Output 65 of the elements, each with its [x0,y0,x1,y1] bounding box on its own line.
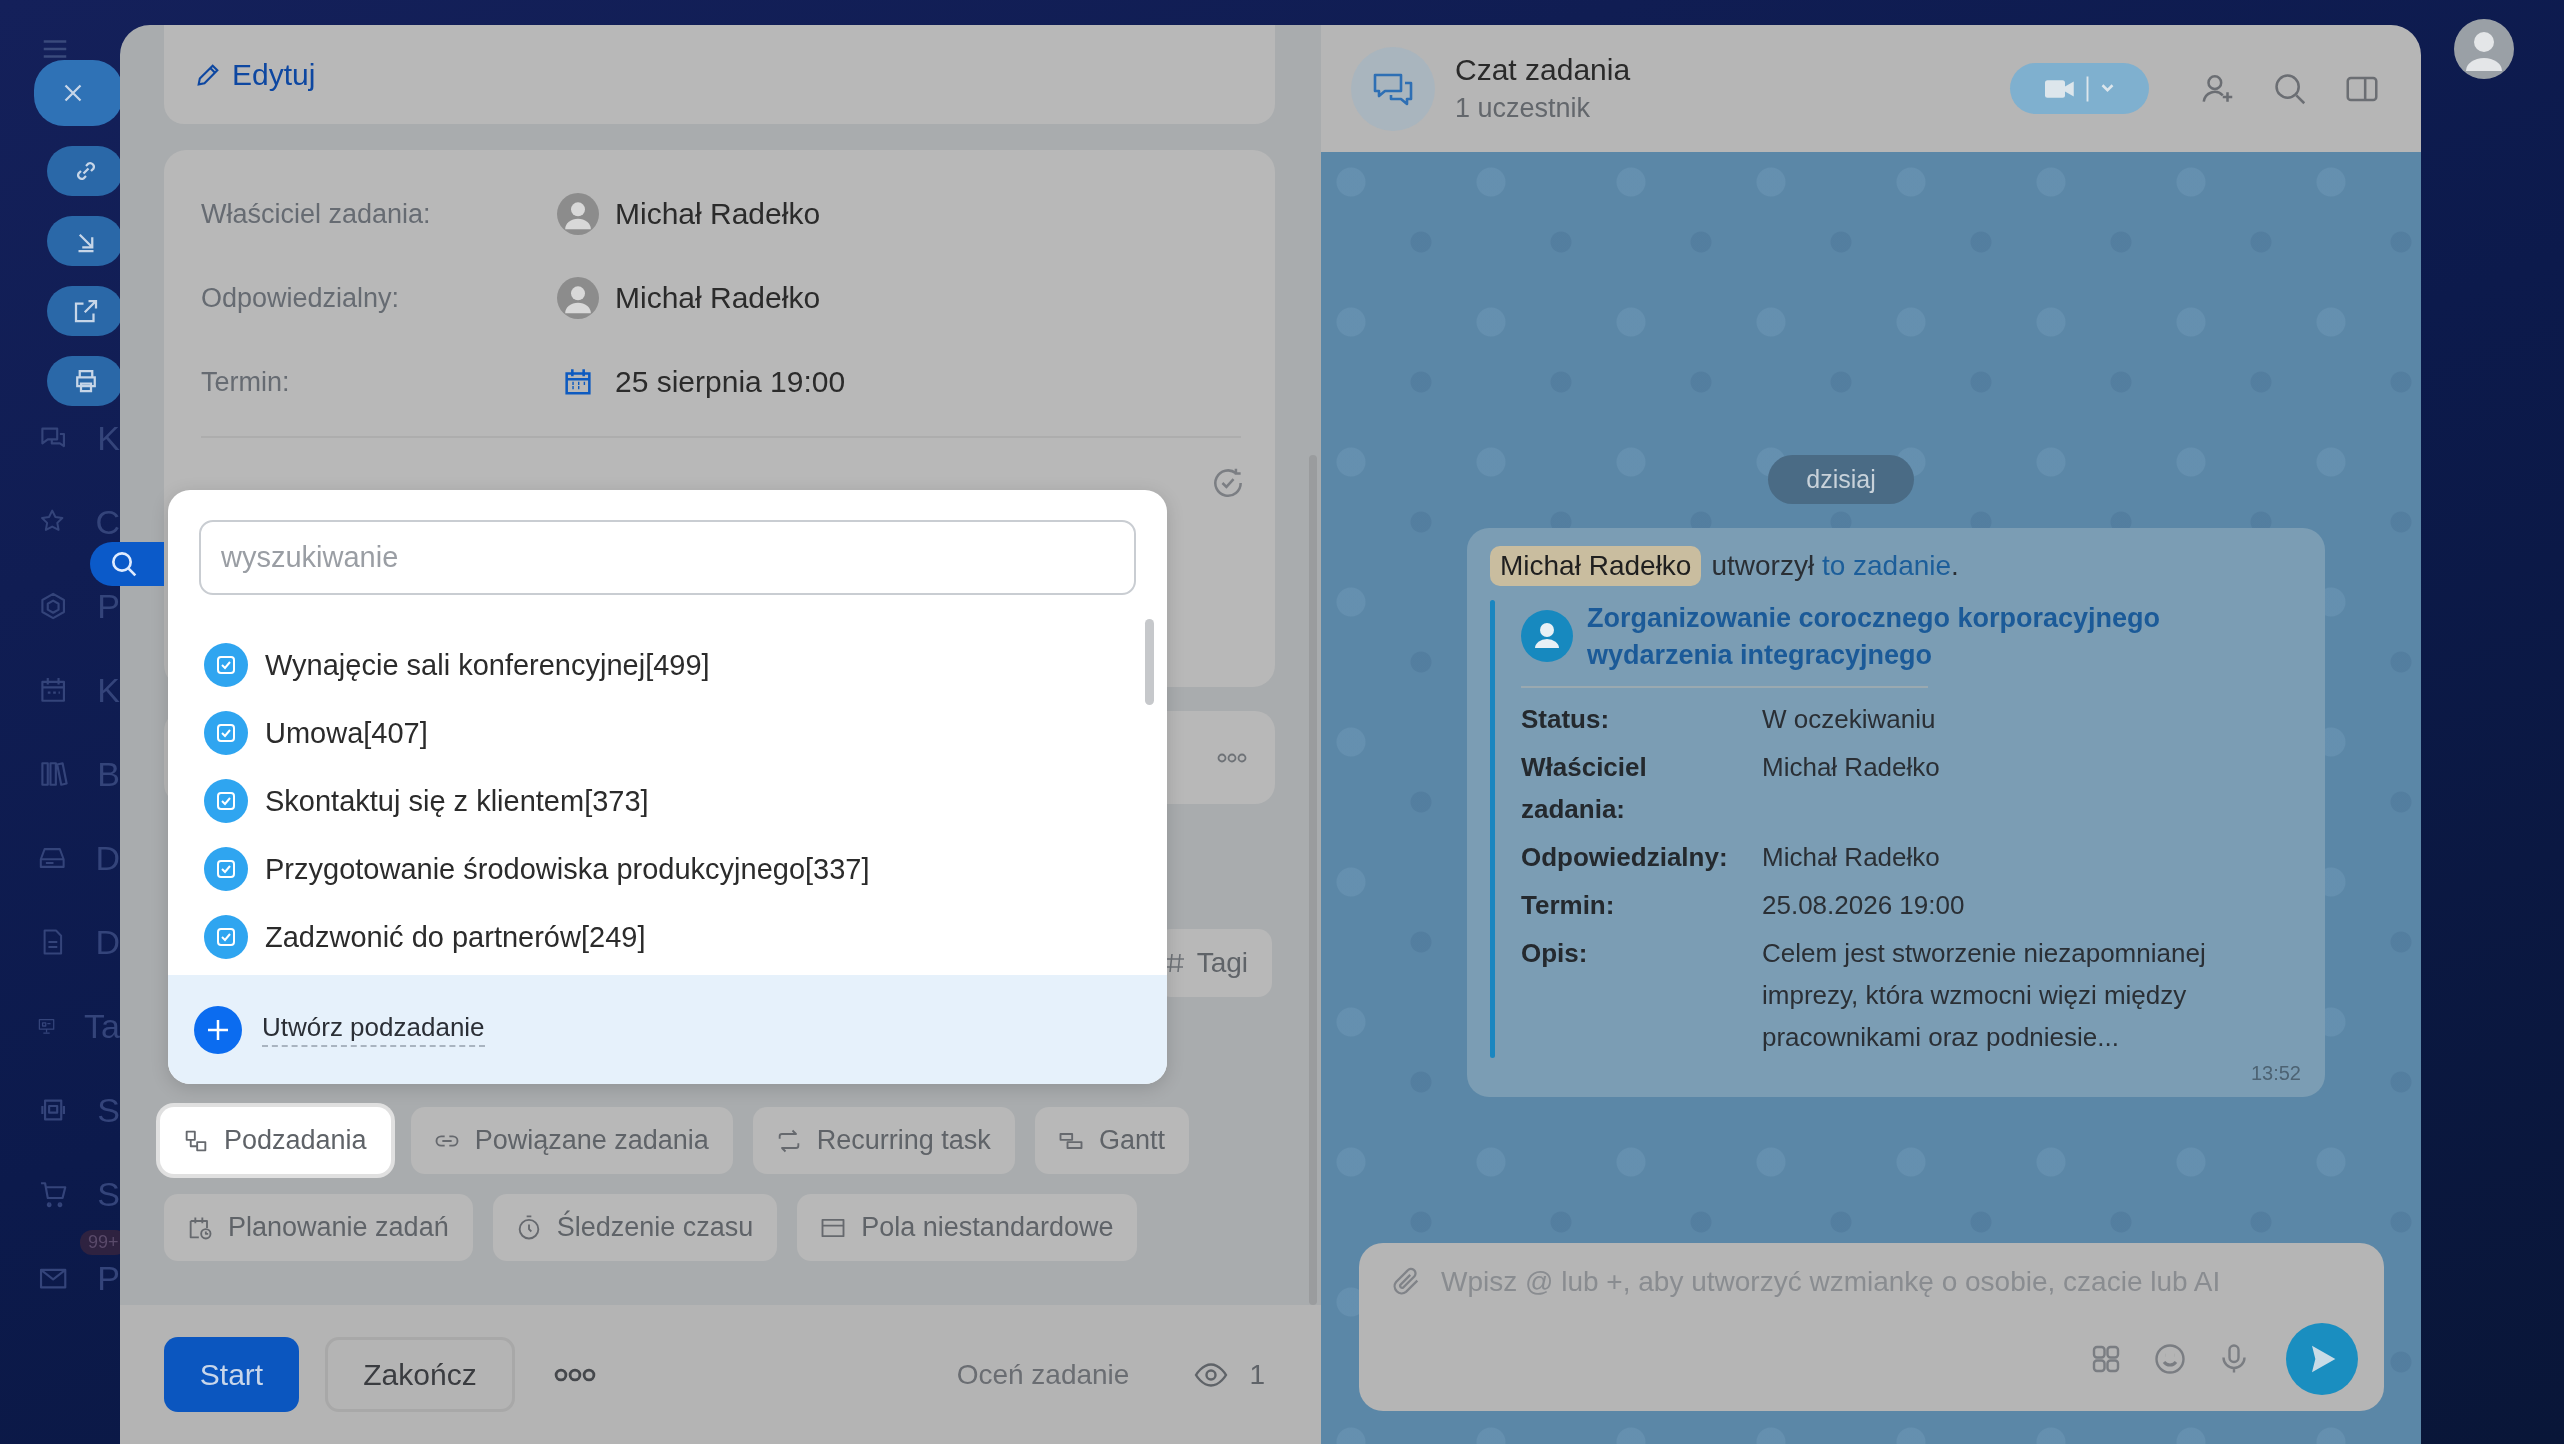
create-subtask-link[interactable]: Utwórz podzadanie [262,1012,485,1047]
field-label: Odpowiedzialny: [201,282,401,314]
field-label: Termin: [201,366,291,398]
field-value: Michał Radełko [615,281,821,315]
task-option[interactable]: Zadzwonić do partnerów[249] [265,920,646,954]
search-field[interactable]: wyszukiwanie [199,520,1136,595]
field-value: 25 sierpnia 19:00 [615,365,846,399]
open-external-button[interactable] [47,286,123,336]
feature-button[interactable]: Gantt [1034,1107,1189,1174]
task-title-link[interactable]: Zorganizowanie corocznego korporacyjnego wydarzenia integracyjnego [1587,600,2207,674]
message-text: utworzył to zadanie. [1711,550,1959,582]
task-icon [204,779,248,823]
scrollbar[interactable] [1309,455,1317,1305]
date-divider: dzisiaj [1768,455,1914,504]
field-value: Michał Radełko [1762,751,1941,784]
message-time: 13:52 [2250,1062,2301,1085]
field-label: Termin: [1521,889,1616,922]
avatar [557,193,599,235]
view-count: 1 [1249,1358,1265,1391]
feature-button[interactable]: Śledzenie czasu [492,1194,778,1261]
task-icon [204,643,248,687]
video-call-button[interactable] [2010,63,2149,114]
feature-button[interactable]: Powiązane zadania [410,1107,733,1174]
author-mention[interactable]: Michał Radełko [1490,546,1702,586]
task-link[interactable]: to zadanie [1821,550,1952,581]
task-icon [204,915,248,959]
task-option[interactable]: Skontaktuj się z klientem[373] [265,784,649,818]
more-icon[interactable] [1217,752,1247,763]
start-button[interactable]: Start [164,1337,299,1412]
field-label: Właściciel zadania: [1521,751,1648,826]
search-button[interactable] [90,542,164,586]
chat-title: Czat zadania [1455,53,1631,87]
download-button[interactable] [47,216,123,266]
task-icon [204,711,248,755]
field-value: Michał Radełko [1762,841,1941,874]
participant-count: 1 uczestnik [1455,93,1592,124]
field-label: Właściciel zadania: [201,198,432,230]
field-label: Opis: [1521,937,1589,970]
emoji-icon[interactable] [2152,1341,2188,1377]
field-value: Celem jest stworzenie niezapomnianej imprezy, która wzmocni więzi między pracownikami oraz podniesie... [1762,937,2207,1054]
link-button[interactable] [47,146,123,196]
avatar [557,277,599,319]
feature-button[interactable]: Pola niestandardowe [797,1194,1138,1261]
avatar[interactable] [2453,19,2514,79]
chat-icon [1351,46,1435,131]
field-value: Michał Radełko [615,197,821,231]
field-value: W oczekiwaniu [1762,703,1937,736]
task-option[interactable]: Wynajęcie sali konferencyjnej[499] [265,648,710,682]
print-button[interactable] [47,356,123,406]
edit-link[interactable]: Edytuj [194,57,316,92]
feature-button[interactable]: Recurring task [752,1107,1015,1174]
feature-button[interactable]: Planowanie zadań [164,1194,473,1261]
user-icon [1521,610,1573,662]
scrollbar[interactable] [1145,619,1154,705]
field-label: Status: [1521,703,1611,736]
add-icon[interactable] [194,1005,242,1054]
more-icon[interactable] [553,1367,597,1382]
rate-task-link[interactable]: Oceń zadanie [956,1358,1130,1391]
field-value: 25.08.2026 19:00 [1762,889,1966,922]
finish-button[interactable]: Zakończ [325,1337,515,1412]
task-icon [204,847,248,891]
close-button[interactable] [34,60,123,126]
task-option[interactable]: Umowa[407] [265,716,428,750]
task-option[interactable]: Przygotowanie środowiska produkcyjnego[337] [265,852,870,886]
field-label: Odpowiedzialny: [1521,841,1729,874]
